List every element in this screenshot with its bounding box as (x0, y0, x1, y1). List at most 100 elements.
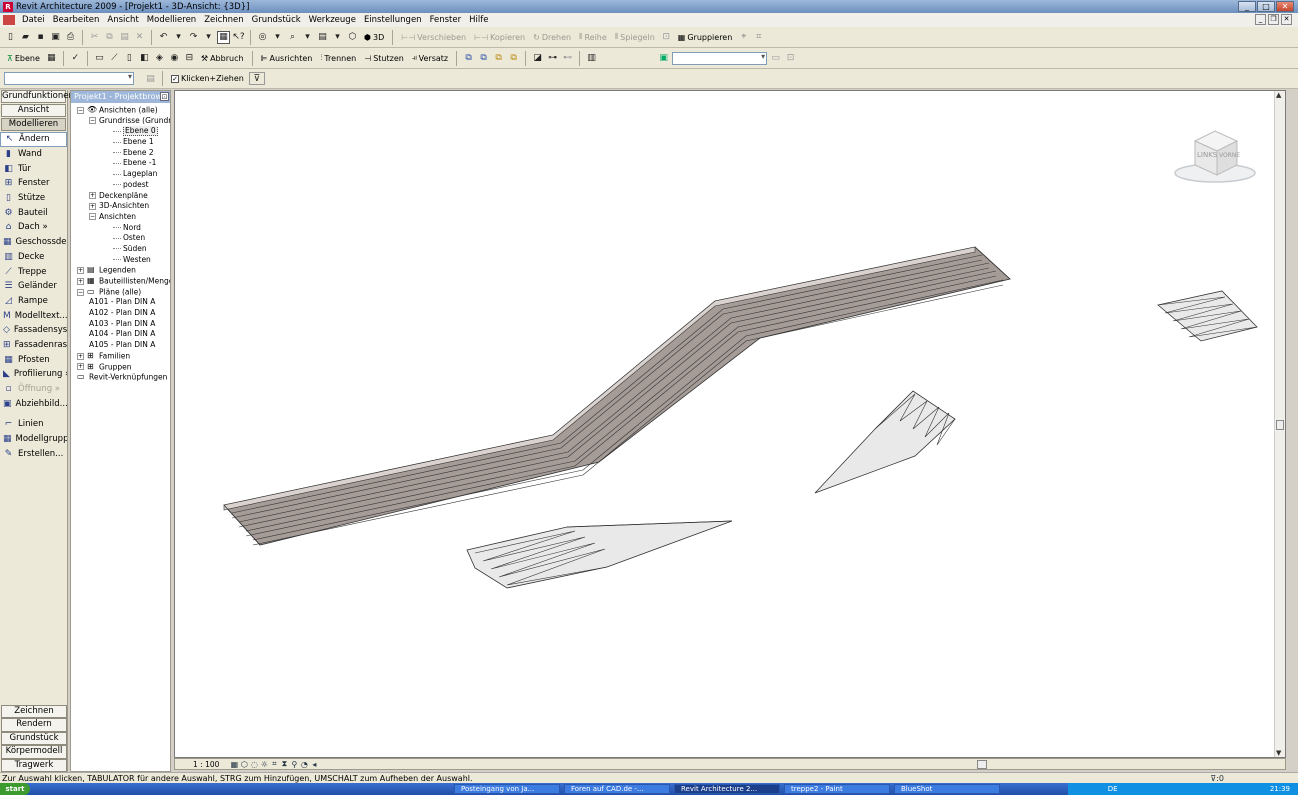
horizontal-scrollbar[interactable] (525, 760, 1298, 769)
tool-treppe[interactable]: ⟋ Treppe (0, 264, 67, 279)
browser-tree-item[interactable]: + ⊞ Familien (71, 351, 170, 362)
tool-pfosten[interactable]: ▦ Pfosten (0, 352, 67, 367)
group-button[interactable]: ▦ Gruppieren (675, 30, 736, 45)
menu-bearbeiten[interactable]: Bearbeiten (49, 15, 104, 25)
redo-icon[interactable]: ↷ (187, 31, 200, 44)
open-icon[interactable]: ▰ (19, 31, 32, 44)
expand-icon[interactable]: + (77, 363, 84, 371)
browser-tree-item[interactable]: A102 - Plan DIN A (71, 308, 170, 319)
close-button[interactable]: ✕ (1276, 1, 1294, 12)
browser-tree-item[interactable]: Lageplan (71, 169, 170, 180)
delete-icon[interactable]: ✕ (133, 31, 146, 44)
revit-app-icon[interactable]: R (3, 1, 13, 12)
doc-icon[interactable] (3, 15, 15, 25)
menu-einstellungen[interactable]: Einstellungen (360, 15, 426, 25)
tool-rampe[interactable]: ◿ Rampe (0, 294, 67, 309)
tab-grundstueck[interactable]: Grundstück (1, 731, 67, 746)
tool-fenster[interactable]: ⊞ Fenster (0, 176, 67, 191)
expand-icon[interactable]: + (77, 267, 84, 275)
tool-fassadenraste[interactable]: ⊞Fassadenraste (0, 338, 67, 353)
copy-icon[interactable]: ⧉ (103, 31, 116, 44)
properties-icon[interactable]: ▤ (144, 72, 157, 85)
trim-button[interactable]: ⊣ Stutzen (361, 51, 407, 66)
browser-tree-item[interactable]: Ebene 1 (71, 137, 170, 148)
browser-tree-item[interactable]: Süden (71, 244, 170, 255)
vertical-scroll-thumb[interactable] (1276, 420, 1284, 430)
copy-button[interactable]: ⊢⊣ Kopieren (471, 30, 528, 45)
browser-tree-item[interactable]: − 👁 Ansichten (alle) (71, 105, 170, 116)
tool-ändern[interactable]: ↖ Ändern (0, 132, 67, 147)
horizontal-scroll-thumb[interactable] (977, 760, 987, 769)
browser-tree-item[interactable]: + ▦ Bauteillisten/Menger (71, 276, 170, 287)
tab-rendern[interactable]: Rendern (1, 718, 67, 732)
tool-tür[interactable]: ◧ Tür (0, 161, 67, 176)
resize-icon[interactable]: ⊡ (660, 31, 673, 44)
dynamic-view-dropdown-icon[interactable]: ▾ (271, 31, 284, 44)
collapse-icon[interactable]: − (77, 106, 84, 114)
array-button[interactable]: ⫴ Reihe (576, 30, 610, 45)
tool-modellgruppe[interactable]: ▦Modellgruppe (0, 432, 67, 447)
browser-tree-item[interactable]: A104 - Plan DIN A (71, 329, 170, 340)
expand-icon[interactable]: + (77, 277, 84, 285)
browser-tree-item[interactable]: Nord (71, 223, 170, 234)
undo-icon[interactable]: ↶ (157, 31, 170, 44)
schedule-icon[interactable]: ▥ (585, 52, 598, 65)
split-face-icon[interactable]: ▯ (123, 52, 136, 65)
doc-minimize-button[interactable]: _ (1255, 14, 1266, 25)
type-selector[interactable] (4, 72, 134, 85)
level-button[interactable]: ⊼ Ebene (4, 51, 43, 66)
tool-öffnung[interactable]: ▫ Öffnung » (0, 382, 67, 397)
copy-clipboard-icon[interactable]: ⧉ (462, 52, 475, 65)
offset-button[interactable]: ⫣ Versatz (409, 51, 451, 66)
thin-lines-icon[interactable]: ▦ (217, 30, 230, 44)
rotate-button[interactable]: ↻ Drehen (530, 30, 574, 45)
tab-zeichnen[interactable]: Zeichnen (1, 705, 67, 719)
browser-tree-item[interactable]: A103 - Plan DIN A (71, 319, 170, 330)
scroll-left-icon[interactable]: ◂ (309, 760, 319, 769)
tab-koerpermodell[interactable]: Körpermodell (1, 745, 67, 759)
tool-decke[interactable]: ▥ Decke (0, 250, 67, 265)
render-settings-select[interactable] (672, 51, 768, 65)
tool-linien[interactable]: ⌐ Linien (0, 417, 67, 432)
temp-hide-icon[interactable]: ⧗ (279, 759, 289, 769)
browser-tree-item[interactable]: + ⊞ Gruppen (71, 362, 170, 373)
paste-levels-icon[interactable]: ⧉ (507, 52, 520, 65)
viewcube[interactable]: LINKS VORNE (1174, 130, 1256, 183)
reveal-hidden-icon[interactable]: ⚲ (289, 760, 299, 769)
browser-tree-item[interactable]: A105 - Plan DIN A (71, 340, 170, 351)
3d-box-icon[interactable]: ⬡ (346, 31, 359, 44)
taskbar-task[interactable]: Foren auf CAD.de -... (564, 784, 670, 794)
pin-icon[interactable]: ⌖ (737, 31, 750, 44)
zoom-icon[interactable]: ⌕ (286, 31, 299, 44)
tool-abziehbild[interactable]: ▣ Abziehbild... (0, 396, 67, 411)
tab-modellieren[interactable]: Modellieren (1, 118, 66, 131)
sun-icon[interactable]: ☼ (259, 760, 269, 769)
stair-fragment-bottom[interactable] (466, 520, 733, 589)
view-scale[interactable]: 1 : 100 (175, 760, 229, 769)
split-button[interactable]: ⫶ Trennen (317, 51, 359, 66)
menu-grundstueck[interactable]: Grundstück (248, 15, 305, 25)
tool-stütze[interactable]: ▯ Stütze (0, 191, 67, 206)
crop-icon[interactable]: ⌗ (269, 759, 279, 769)
3d-view-canvas[interactable]: LINKS VORNE (174, 90, 1286, 758)
move-button[interactable]: ⊢⊣ Verschieben (398, 30, 469, 45)
maximize-button[interactable]: □ (1257, 1, 1275, 12)
tool-fassadensyste[interactable]: ◇Fassadensyste (0, 323, 67, 338)
save-central-icon[interactable]: ▣ (49, 31, 62, 44)
menu-ansicht[interactable]: Ansicht (103, 15, 142, 25)
browser-tree-item[interactable]: A101 - Plan DIN A (71, 297, 170, 308)
3d-view-button[interactable]: ⬢ 3D (361, 30, 387, 45)
visibility-icon[interactable]: ▤ (316, 31, 329, 44)
join-geometry-icon[interactable]: ◉ (168, 52, 181, 65)
click-drag-option[interactable]: ✓ Klicken+Ziehen (168, 71, 247, 86)
print-icon[interactable]: ⎙ (64, 31, 77, 44)
browser-close-button[interactable]: ⊡ (160, 92, 169, 101)
tool-geschossdeck[interactable]: ▦Geschossdeck (0, 235, 67, 250)
menu-fenster[interactable]: Fenster (426, 15, 466, 25)
match-type-icon[interactable]: ▭ (93, 52, 106, 65)
stair-run-main[interactable] (223, 246, 1011, 546)
undo-dropdown-icon[interactable]: ▾ (172, 31, 185, 44)
collapse-icon[interactable]: − (77, 288, 84, 296)
tool-bauteil[interactable]: ⚙ Bauteil (0, 205, 67, 220)
light-icon[interactable]: ◔ (299, 760, 309, 769)
